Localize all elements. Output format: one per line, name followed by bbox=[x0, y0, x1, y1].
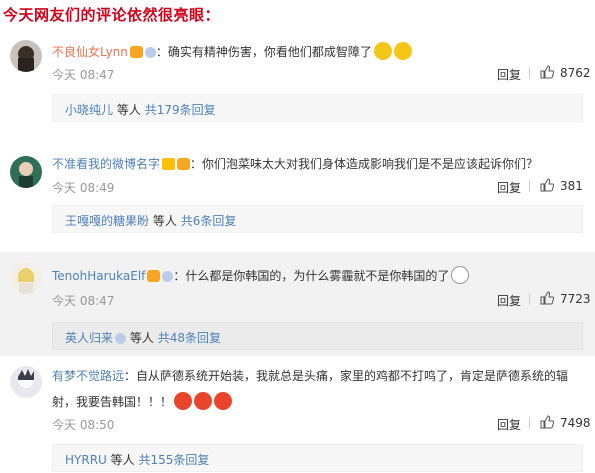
username[interactable]: 有梦不觉路远 bbox=[52, 369, 124, 383]
thumbs-up-icon[interactable] bbox=[540, 178, 554, 192]
emoji-angry-icon bbox=[174, 392, 193, 410]
reply-button[interactable]: 回复 bbox=[497, 179, 521, 196]
reply-summary[interactable]: 英人归来 等人 共48条回复 bbox=[52, 322, 583, 350]
comment-text: ：确实有精神伤害，你看他们都成智障了 bbox=[155, 45, 372, 59]
divider bbox=[529, 180, 530, 192]
emoji-angry-icon bbox=[214, 392, 233, 410]
comment-item: 不良仙女Lynn ：确实有精神伤害，你看他们都成智障了 今天 08:47 回复 8… bbox=[0, 32, 595, 132]
emoji-mask-icon bbox=[451, 266, 470, 284]
emoji-angry-icon bbox=[194, 392, 213, 410]
thumbs-up-icon[interactable] bbox=[540, 65, 554, 79]
thumbs-up-icon[interactable] bbox=[540, 291, 554, 305]
reply-summary[interactable]: 王嘎嘎的糖果盼 等人 共6条回复 bbox=[52, 205, 583, 233]
reply-summary[interactable]: HYRRU 等人 共155条回复 bbox=[52, 444, 583, 472]
medal-icon bbox=[144, 47, 156, 58]
medal-icon bbox=[115, 333, 127, 344]
divider bbox=[529, 417, 530, 429]
timestamp: 今天 08:47 bbox=[52, 294, 115, 308]
replier-name[interactable]: 英人归来 bbox=[65, 331, 113, 345]
username[interactable]: 不准看我的微博名字 bbox=[52, 157, 160, 171]
reply-count[interactable]: 共179条回复 bbox=[145, 103, 216, 117]
reply-count[interactable]: 共48条回复 bbox=[158, 331, 221, 345]
replier-name[interactable]: 小晓纯儿 bbox=[65, 103, 113, 117]
emoji-doge-icon bbox=[393, 42, 412, 60]
page-heading: 今天网友们的评论依然很亮眼： bbox=[3, 6, 221, 24]
timestamp: 今天 08:49 bbox=[52, 181, 115, 195]
like-count: 7498 bbox=[560, 416, 591, 430]
divider bbox=[529, 293, 530, 305]
like-count: 381 bbox=[560, 179, 583, 193]
comment-item: TenohHarukaElf ：什么都是你韩国的，为什么雾霾就不是你韩国的了 今天… bbox=[0, 252, 595, 356]
like-count: 8762 bbox=[560, 66, 591, 80]
vip-badge-icon bbox=[147, 270, 161, 282]
reply-count[interactable]: 共155条回复 bbox=[138, 453, 209, 467]
verified-icon bbox=[162, 158, 176, 170]
medal-icon bbox=[162, 271, 174, 282]
reply-button[interactable]: 回复 bbox=[497, 416, 521, 433]
reply-count[interactable]: 共6条回复 bbox=[181, 214, 237, 228]
vip-badge-icon bbox=[129, 46, 143, 58]
avatar[interactable] bbox=[10, 40, 42, 72]
timestamp: 今天 08:50 bbox=[52, 418, 115, 432]
username[interactable]: TenohHarukaElf bbox=[52, 269, 145, 283]
emoji-sick-icon bbox=[373, 42, 392, 60]
avatar[interactable] bbox=[10, 366, 42, 398]
avatar[interactable] bbox=[10, 262, 42, 294]
comment-text: ：自从萨德系统开始装，我就总是头痛，家里的鸡都不打鸣了，肯定是萨德系统的辐 bbox=[124, 369, 569, 383]
replier-name[interactable]: HYRRU bbox=[65, 453, 107, 467]
reply-summary[interactable]: 小晓纯儿 等人 共179条回复 bbox=[52, 94, 583, 122]
divider bbox=[529, 67, 530, 79]
reply-button[interactable]: 回复 bbox=[497, 292, 521, 309]
replier-name[interactable]: 王嘎嘎的糖果盼 bbox=[65, 214, 149, 228]
comment-text: ：什么都是你韩国的，为什么雾霾就不是你韩国的了 bbox=[173, 269, 450, 283]
thumbs-up-icon[interactable] bbox=[540, 415, 554, 429]
comment-item: 不准看我的微博名字 ：你们泡菜味太大对我们身体造成影响我们是不是应该起诉你们？ 今… bbox=[0, 148, 595, 248]
reply-button[interactable]: 回复 bbox=[497, 66, 521, 83]
timestamp: 今天 08:47 bbox=[52, 68, 115, 82]
avatar[interactable] bbox=[10, 156, 42, 188]
vip-badge-icon bbox=[177, 158, 191, 170]
comment-text-continued: 射，我要告韩国！！！ bbox=[52, 395, 173, 409]
username[interactable]: 不良仙女Lynn bbox=[52, 45, 128, 59]
comment-text: ：你们泡菜味太大对我们身体造成影响我们是不是应该起诉你们？ bbox=[190, 157, 539, 171]
like-count: 7723 bbox=[560, 292, 591, 306]
comment-item: 有梦不觉路远：自从萨德系统开始装，我就总是头痛，家里的鸡都不打鸣了，肯定是萨德系… bbox=[0, 358, 595, 473]
